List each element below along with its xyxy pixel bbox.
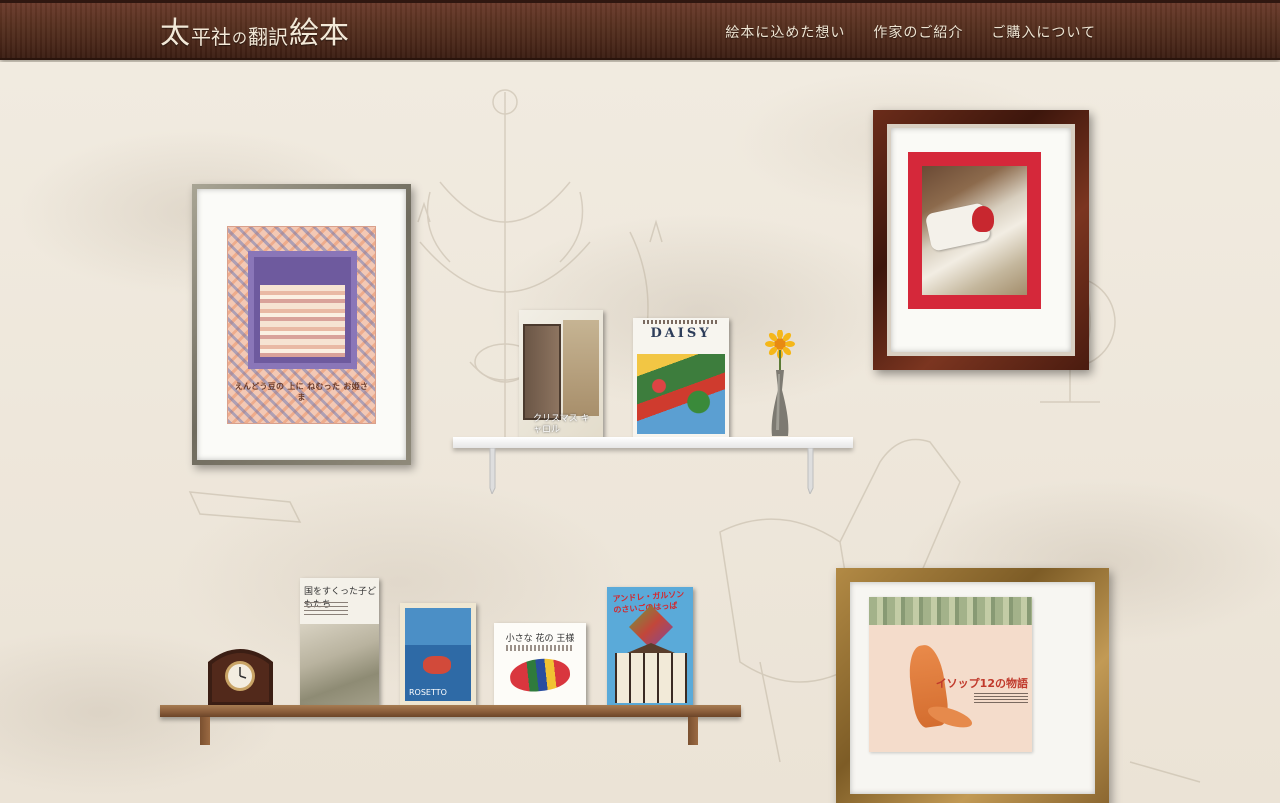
book-cover-princess-pea: えんどう豆の 上に ねむった お姫さま	[227, 226, 376, 424]
wall-shelf-white	[453, 437, 853, 448]
wall-shelf-wood	[160, 705, 741, 717]
cover-title: DAISY	[650, 326, 712, 341]
nav-link-authors[interactable]: 作家のご紹介	[873, 22, 963, 42]
logo-char-4: 翻訳	[248, 25, 289, 49]
book-last-leaf[interactable]: アンドレ・ガルソンのさいごのはっぱ	[607, 587, 693, 706]
shelf-bracket	[489, 448, 496, 494]
book-children-saved-country[interactable]: 国をすくった子どもたち	[300, 578, 379, 706]
nav-link-purchase[interactable]: ご購入について	[991, 22, 1096, 42]
logo-char-3: の	[232, 29, 248, 47]
site-logo[interactable]: 太 平社 の 翻訳 絵本	[160, 13, 349, 51]
cover-title: 小さな 花の 王様	[505, 634, 575, 644]
book-cover-aesop: イソップ12の物語	[869, 597, 1032, 752]
frame-mat	[887, 124, 1075, 356]
flower-vase	[765, 330, 795, 436]
picture-frame-princess[interactable]: えんどう豆の 上に ねむった お姫さま	[192, 184, 411, 465]
picture-frame-red-book[interactable]	[873, 110, 1089, 370]
cover-title: イソップ12の物語	[935, 677, 1028, 690]
shelf-bracket	[688, 717, 698, 745]
logo-char-2: 平社	[191, 25, 231, 49]
picture-frame-aesop[interactable]: イソップ12の物語	[836, 568, 1109, 803]
cover-title: ROSETTO	[409, 688, 447, 697]
logo-char-1: 太	[160, 16, 190, 51]
frame-mat: イソップ12の物語	[850, 582, 1095, 794]
cover-title: クリスマス キャロル	[533, 414, 590, 435]
book-little-flower-king[interactable]: 小さな 花の 王様	[494, 623, 586, 706]
book-daisy[interactable]: DAISY	[633, 318, 729, 438]
book-rosetto[interactable]: ROSETTO	[400, 603, 476, 706]
book-cover-red	[908, 152, 1041, 309]
site-header: 太 平社 の 翻訳 絵本 絵本に込めた想い 作家のご紹介 ご購入について	[0, 0, 1280, 60]
main-nav: 絵本に込めた想い 作家のご紹介 ご購入について	[725, 22, 1096, 42]
frame-mat: えんどう豆の 上に ねむった お姫さま	[197, 189, 406, 460]
mantel-clock	[208, 649, 273, 706]
shelf-bracket	[200, 717, 210, 745]
nav-link-thoughts[interactable]: 絵本に込めた想い	[725, 22, 845, 42]
shelf-bracket	[807, 448, 814, 494]
book-christmas-carol[interactable]: クリスマス キャロル	[519, 310, 603, 438]
logo-char-5: 絵本	[289, 16, 350, 51]
cover-title: えんどう豆の 上に ねむった お姫さま	[234, 382, 369, 402]
